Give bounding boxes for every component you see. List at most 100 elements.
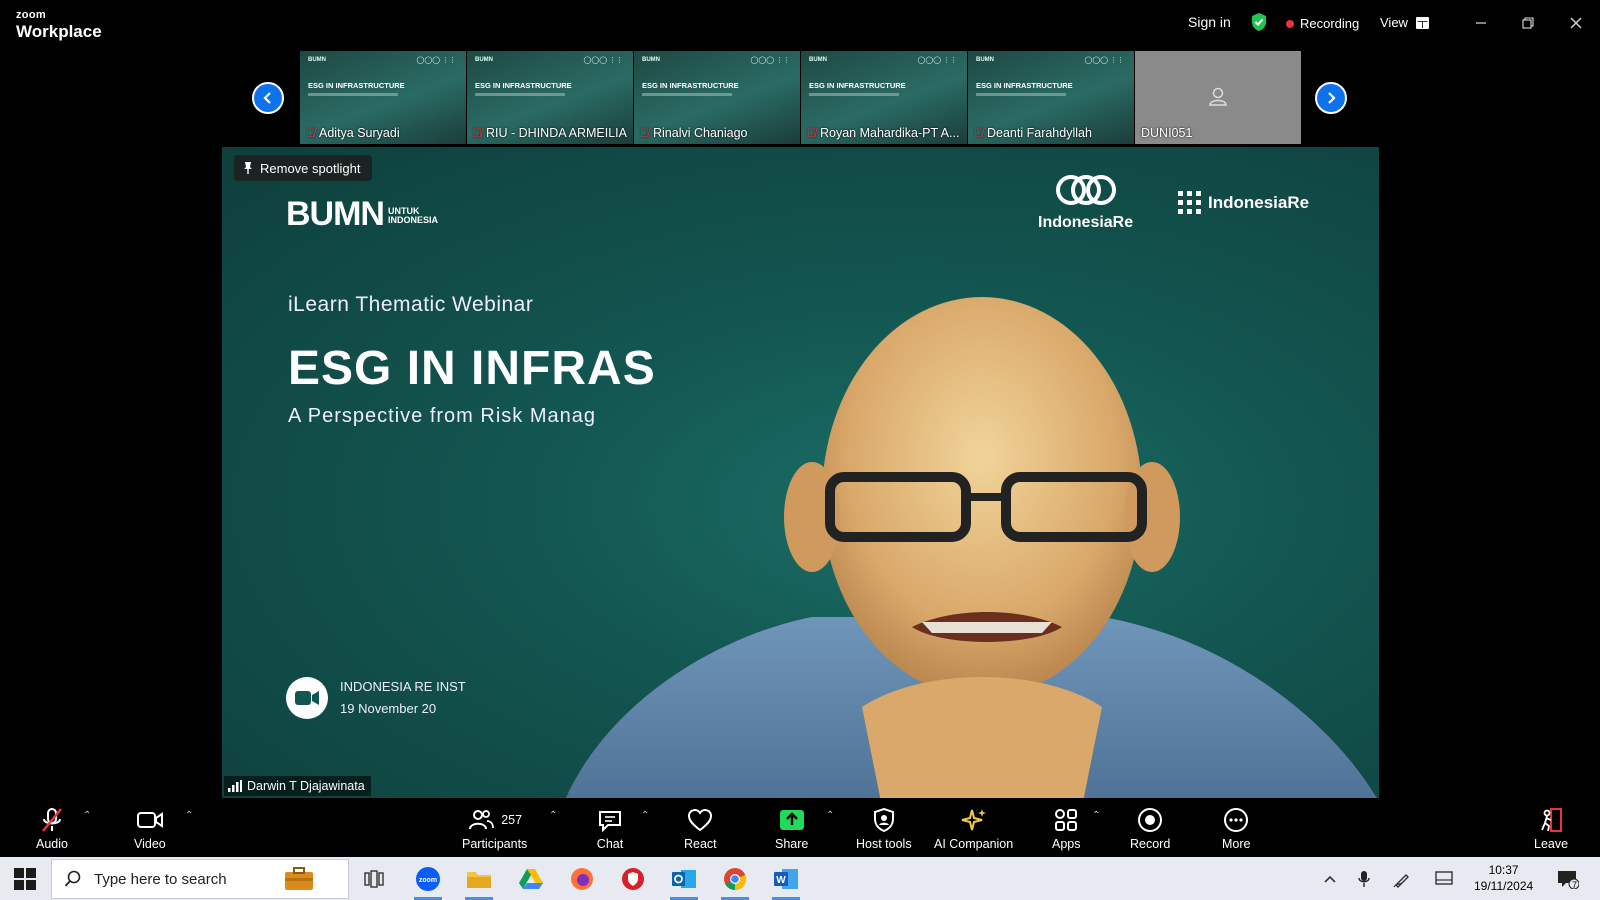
react-button[interactable]: React (684, 806, 717, 854)
thumbnail-slide-title: ESG IN INFRASTRUCTURE (308, 81, 405, 90)
zoom-app-icon: zoom (416, 867, 440, 891)
taskbar-word[interactable]: W (768, 863, 804, 900)
taskbar-google-drive[interactable] (513, 863, 549, 895)
task-view-button[interactable] (356, 863, 392, 895)
more-label: More (1222, 837, 1251, 851)
ai-companion-button[interactable]: AI Companion (934, 806, 1013, 854)
antivirus-shield-icon (622, 868, 644, 890)
mini-bumn-logo: BUMN (809, 57, 827, 63)
slide-host-name: INDONESIA RE INST (340, 679, 466, 694)
participant-thumbnail[interactable]: BUMN ◯◯◯ ⋮⋮ ESG IN INFRASTRUCTURE 🎙̸ Adit… (300, 51, 466, 144)
share-screen-icon (779, 810, 804, 830)
taskbar-file-explorer[interactable] (461, 863, 497, 900)
share-button[interactable]: Share (775, 806, 808, 854)
tray-tablet-mode[interactable] (1432, 863, 1456, 895)
chat-button[interactable]: Chat (596, 806, 624, 854)
mini-bumn-logo: BUMN (308, 57, 326, 63)
mini-bumn-logo: BUMN (976, 57, 994, 63)
tray-overflow-button[interactable] (1318, 863, 1342, 895)
sparkle-icon (961, 809, 986, 831)
security-shield-icon[interactable] (1250, 12, 1268, 32)
taskbar-outlook[interactable] (666, 863, 702, 900)
mini-bumn-logo: BUMN (475, 57, 493, 63)
windows-start-icon[interactable] (14, 868, 36, 890)
close-button[interactable] (1565, 12, 1587, 34)
participant-thumbnail[interactable]: DUNI051 (1135, 51, 1301, 144)
video-button[interactable]: Video (134, 806, 166, 854)
thumbnail-slide-subtitle (308, 93, 398, 96)
remove-spotlight-label: Remove spotlight (260, 160, 361, 176)
more-dots-icon (1224, 808, 1249, 832)
brand-big: Workplace (16, 22, 102, 41)
mic-muted-icon: 🎙̸ (473, 126, 482, 140)
participant-thumbnail[interactable]: BUMN ◯◯◯ ⋮⋮ ESG IN INFRASTRUCTURE 🎙̸ Dean… (968, 51, 1134, 144)
audio-label: Audio (36, 837, 68, 851)
spotlight-video-stage[interactable]: Remove spotlight BUMN UNTUK INDONESIA Indo… (222, 147, 1379, 798)
chevron-right-icon (1328, 92, 1336, 104)
thumbnail-slide-title: ESG IN INFRASTRUCTURE (475, 81, 572, 90)
share-options-caret[interactable]: ⌃ (826, 810, 834, 821)
mini-partner-logo: ◯◯◯ ⋮⋮ (1084, 57, 1124, 64)
mini-partner-logo: ◯◯◯ ⋮⋮ (416, 57, 456, 64)
taskbar-firefox[interactable] (564, 863, 600, 895)
participants-options-caret[interactable]: ⌃ (549, 810, 557, 821)
recording-indicator[interactable]: Recording (1286, 16, 1359, 31)
thumbnail-slide-subtitle (976, 93, 1066, 96)
more-button[interactable]: More (1222, 806, 1250, 854)
participant-thumbnail[interactable]: BUMN ◯◯◯ ⋮⋮ ESG IN INFRASTRUCTURE 🎙̸ Rina… (634, 51, 800, 144)
taskbar-shield-app[interactable] (615, 863, 651, 895)
minimize-button[interactable] (1470, 12, 1492, 34)
thumbnail-name: 🎙̸ Rinalvi Chaniago (640, 126, 748, 140)
tray-microphone[interactable] (1352, 863, 1376, 895)
apps-icon (1055, 809, 1078, 831)
apps-options-caret[interactable]: ⌃ (1092, 810, 1100, 821)
video-options-caret[interactable]: ⌃ (185, 810, 193, 821)
participant-name: Royan Mahardika-PT A... (820, 126, 960, 140)
participant-thumbnail[interactable]: BUMN ◯◯◯ ⋮⋮ ESG IN INFRASTRUCTURE 🎙̸ Roya… (801, 51, 967, 144)
taskbar-clock[interactable]: 10:37 19/11/2024 (1474, 862, 1533, 894)
participants-button[interactable]: 257 Participants (462, 806, 527, 854)
participant-name: DUNI051 (1141, 126, 1193, 140)
recording-label: Recording (1300, 16, 1360, 31)
taskbar-search-box[interactable]: Type here to search (51, 859, 349, 899)
thumbnails-next-button[interactable] (1315, 82, 1347, 114)
firefox-icon (571, 868, 593, 890)
video-camera-icon (136, 812, 163, 828)
record-label: Record (1130, 837, 1171, 851)
thumbnails-prev-button[interactable] (252, 82, 284, 114)
bumn-text: BUMN (286, 195, 385, 233)
mic-muted-icon: 🎙̸ (807, 126, 816, 140)
apps-button[interactable]: Apps (1052, 806, 1081, 854)
recording-dot-icon (1286, 19, 1294, 28)
bumn-sub: UNTUK INDONESIA (388, 207, 438, 225)
audio-options-caret[interactable]: ⌃ (83, 810, 91, 821)
taskbar-zoom[interactable]: zoom (410, 863, 446, 900)
thumbnail-name: 🎙̸ Aditya Suryadi (306, 126, 400, 140)
brand-small: zoom (16, 9, 46, 21)
tray-pen[interactable] (1390, 863, 1414, 895)
chat-options-caret[interactable]: ⌃ (641, 810, 649, 821)
taskbar-chrome[interactable] (717, 863, 753, 900)
record-button[interactable]: Record (1130, 806, 1170, 854)
sign-in-link[interactable]: Sign in (1188, 14, 1231, 30)
remove-spotlight-button[interactable]: Remove spotlight (234, 155, 373, 181)
meeting-controls-toolbar: Audio ⌃ Video ⌃ 257 Participants ⌃ Chat … (0, 800, 1600, 857)
mic-muted-icon (42, 808, 62, 832)
participant-name: Aditya Suryadi (319, 126, 400, 140)
audio-button[interactable]: Audio (36, 806, 68, 854)
minimize-icon (1476, 22, 1486, 24)
view-button[interactable]: View (1380, 15, 1429, 30)
signal-strength-icon (228, 780, 242, 792)
restore-button[interactable] (1517, 12, 1539, 34)
view-label: View (1380, 15, 1408, 30)
chevron-up-icon (1324, 875, 1336, 883)
microphone-icon (1358, 871, 1370, 887)
notification-center-button[interactable]: 7 (1552, 863, 1584, 895)
speaker-video-feed (565, 297, 1377, 798)
thumbnail-name: 🎙̸ Royan Mahardika-PT A... (807, 126, 959, 140)
chevron-left-icon (263, 92, 271, 104)
thumbnail-slide-title: ESG IN INFRASTRUCTURE (976, 81, 1073, 90)
host-tools-button[interactable]: Host tools (856, 806, 912, 854)
participant-thumbnail[interactable]: BUMN ◯◯◯ ⋮⋮ ESG IN INFRASTRUCTURE 🎙̸ RIU … (467, 51, 633, 144)
leave-button[interactable]: Leave (1534, 806, 1568, 854)
